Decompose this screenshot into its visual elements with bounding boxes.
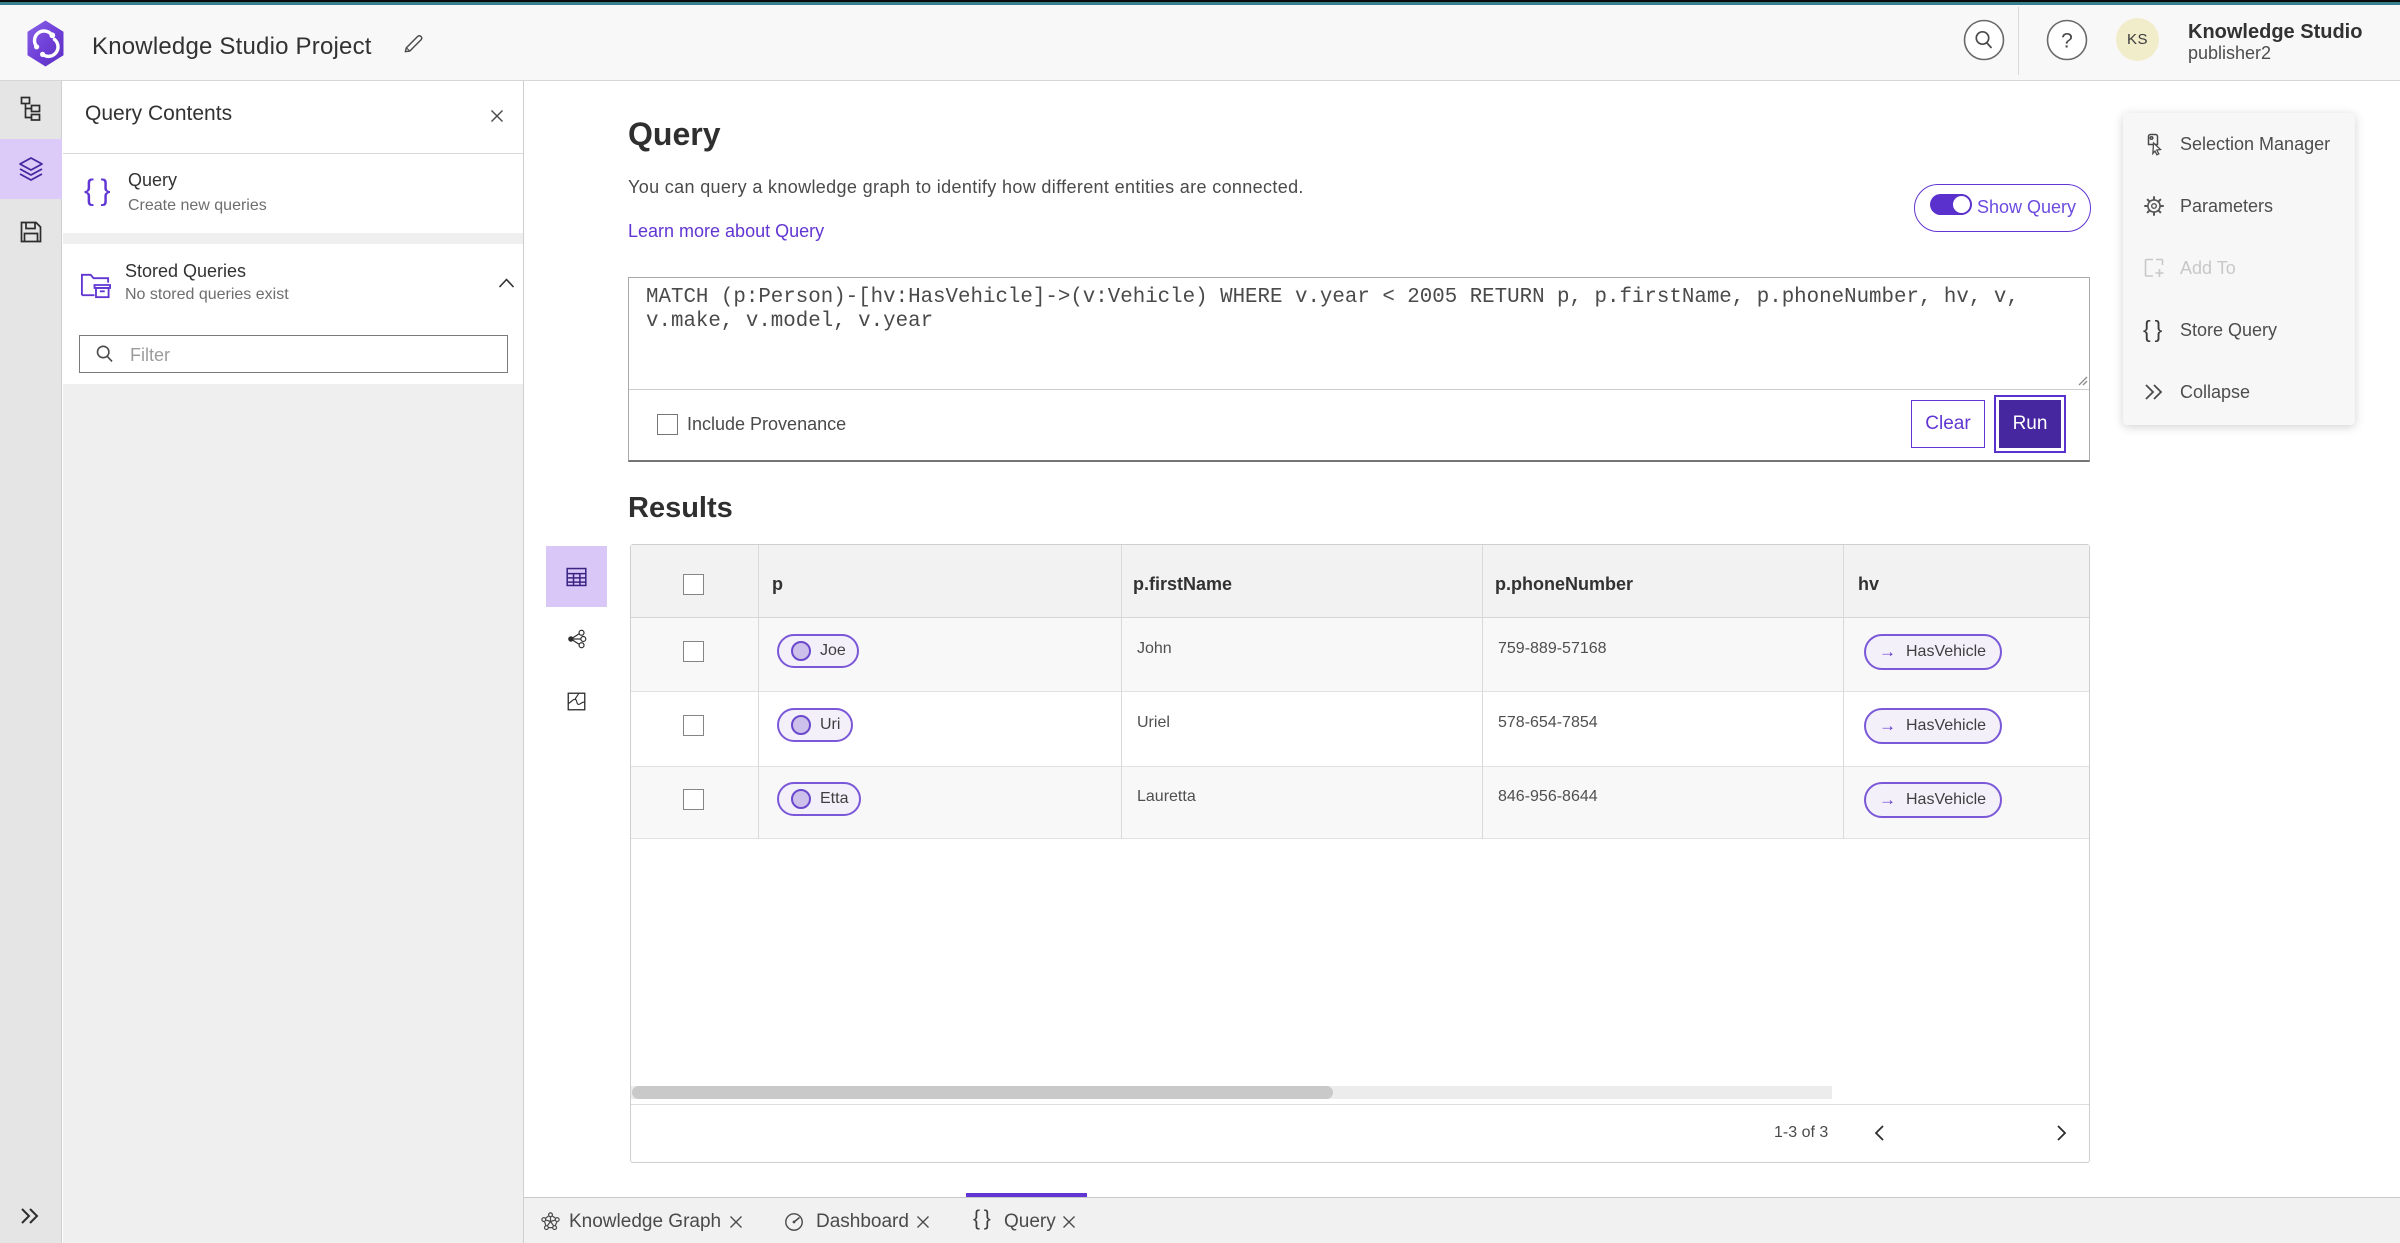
svg-text:?: ? [2061,30,2073,53]
